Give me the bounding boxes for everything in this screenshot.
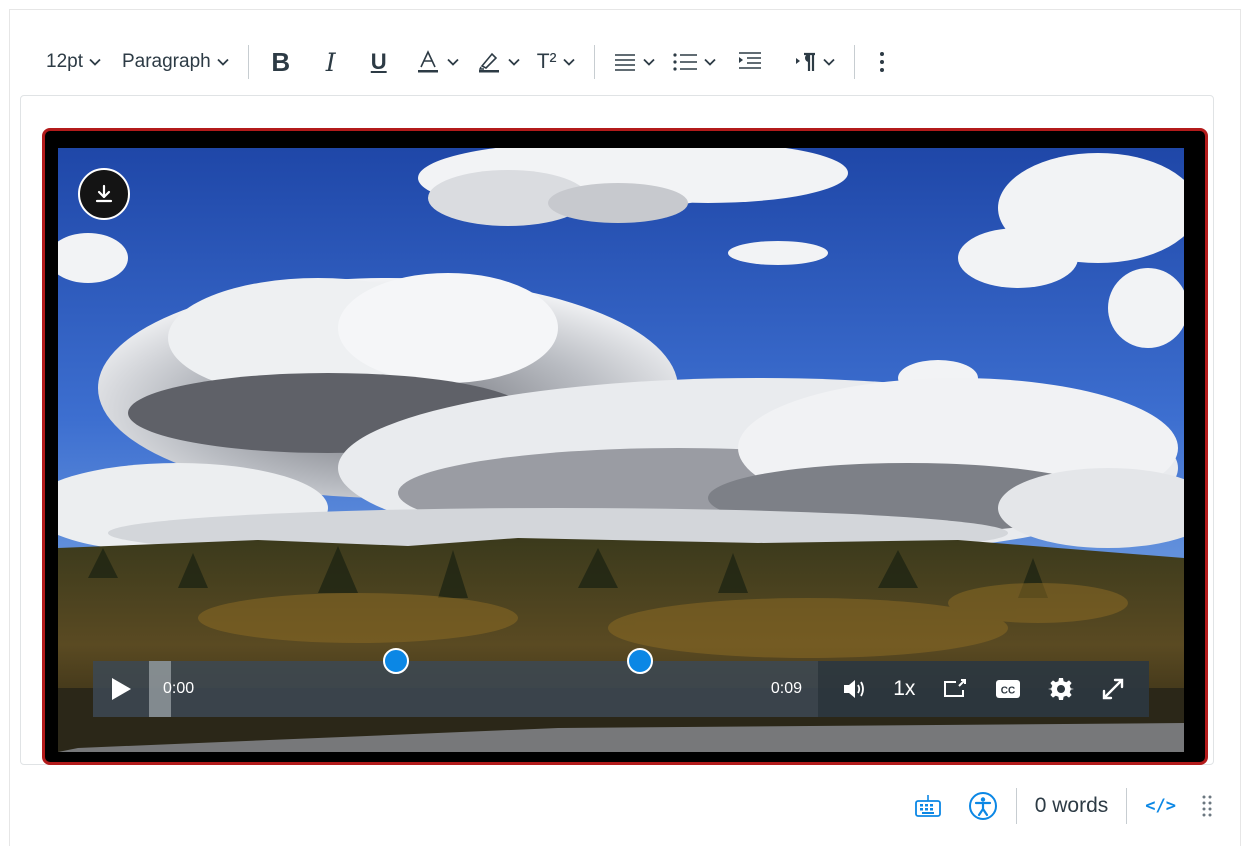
volume-icon — [844, 680, 864, 698]
list-icon — [672, 53, 697, 71]
picture-in-picture-button[interactable] — [942, 677, 968, 701]
picture-in-picture-icon — [943, 679, 966, 697]
indent-button[interactable] — [731, 42, 769, 82]
volume-button[interactable] — [841, 677, 867, 701]
text-direction-icon — [795, 52, 815, 71]
duration: 0:09 — [770, 680, 802, 697]
player-buttons: 1x CC — [818, 661, 1149, 717]
seek-bar[interactable]: 0:00 0:09 — [93, 648, 818, 717]
play-icon — [112, 678, 131, 700]
superscript-button[interactable]: T² — [531, 42, 582, 82]
chevron-down-icon — [642, 58, 655, 66]
block-format-value: Paragraph — [121, 51, 211, 72]
align-button[interactable] — [607, 42, 662, 82]
text-color-button[interactable] — [409, 42, 466, 82]
captions-button[interactable]: CC — [994, 677, 1022, 701]
toolbar-divider — [247, 45, 249, 79]
word-count: 0 words — [1034, 794, 1109, 817]
trim-start-handle[interactable] — [383, 648, 409, 674]
playback-rate-value: 1x — [893, 677, 916, 700]
bold-button[interactable]: B — [261, 42, 301, 82]
italic-icon: I — [325, 47, 336, 77]
chevron-down-icon — [703, 58, 716, 66]
statusbar-divider — [1126, 788, 1128, 824]
align-icon — [614, 54, 635, 71]
chevron-down-icon — [217, 58, 229, 66]
italic-button[interactable]: I — [309, 42, 353, 82]
block-format-dropdown[interactable]: Paragraph — [116, 42, 236, 82]
settings-button[interactable] — [1047, 676, 1074, 702]
underline-button[interactable]: U — [359, 42, 399, 82]
resize-handle-icon — [1202, 795, 1212, 817]
download-button[interactable] — [78, 168, 130, 220]
keyboard-shortcuts-button[interactable] — [914, 793, 942, 819]
toolbar-divider — [593, 45, 595, 79]
underline-icon: U — [370, 49, 387, 74]
trim-end-handle[interactable] — [627, 648, 653, 674]
captions-label: CC — [1000, 686, 1014, 697]
bold-icon: B — [271, 46, 291, 77]
more-button[interactable] — [867, 42, 897, 82]
fullscreen-icon — [1102, 678, 1124, 700]
list-button[interactable] — [666, 42, 723, 82]
download-icon — [95, 184, 113, 203]
resize-handle[interactable] — [1202, 794, 1212, 818]
fullscreen-button[interactable] — [1100, 676, 1126, 702]
editor-statusbar: 0 words </> — [914, 785, 1212, 827]
editor-toolbar: 12pt Paragraph B I U T² — [40, 40, 897, 84]
highlight-color-icon — [478, 52, 499, 73]
settings-icon — [1047, 678, 1074, 700]
statusbar-divider — [1015, 788, 1017, 824]
font-size-dropdown[interactable]: 12pt — [40, 42, 108, 82]
html-editor-toggle[interactable]: </> — [1145, 796, 1176, 816]
chevron-down-icon — [447, 58, 459, 66]
text-direction-button[interactable] — [787, 42, 842, 82]
chevron-down-icon — [822, 58, 835, 66]
playback-rate-button[interactable]: 1x — [893, 677, 915, 701]
current-time: 0:00 — [163, 680, 195, 697]
toolbar-divider — [853, 45, 855, 79]
keyboard-icon — [914, 795, 941, 817]
chevron-down-icon — [89, 58, 101, 66]
font-size-value: 12pt — [46, 51, 83, 72]
captions-icon: CC — [995, 680, 1020, 698]
superscript-icon: T² — [536, 50, 557, 73]
indent-icon — [738, 52, 761, 69]
more-icon — [879, 52, 884, 72]
highlight-color-button[interactable] — [470, 42, 527, 82]
chevron-down-icon — [562, 58, 575, 66]
accessibility-checker-button[interactable] — [968, 791, 998, 821]
chevron-down-icon — [508, 58, 520, 66]
text-color-icon — [417, 50, 438, 73]
video-control-bar: 0:00 0:09 1x CC — [93, 648, 1149, 717]
accessibility-icon — [968, 792, 997, 820]
play-button[interactable] — [93, 661, 149, 717]
